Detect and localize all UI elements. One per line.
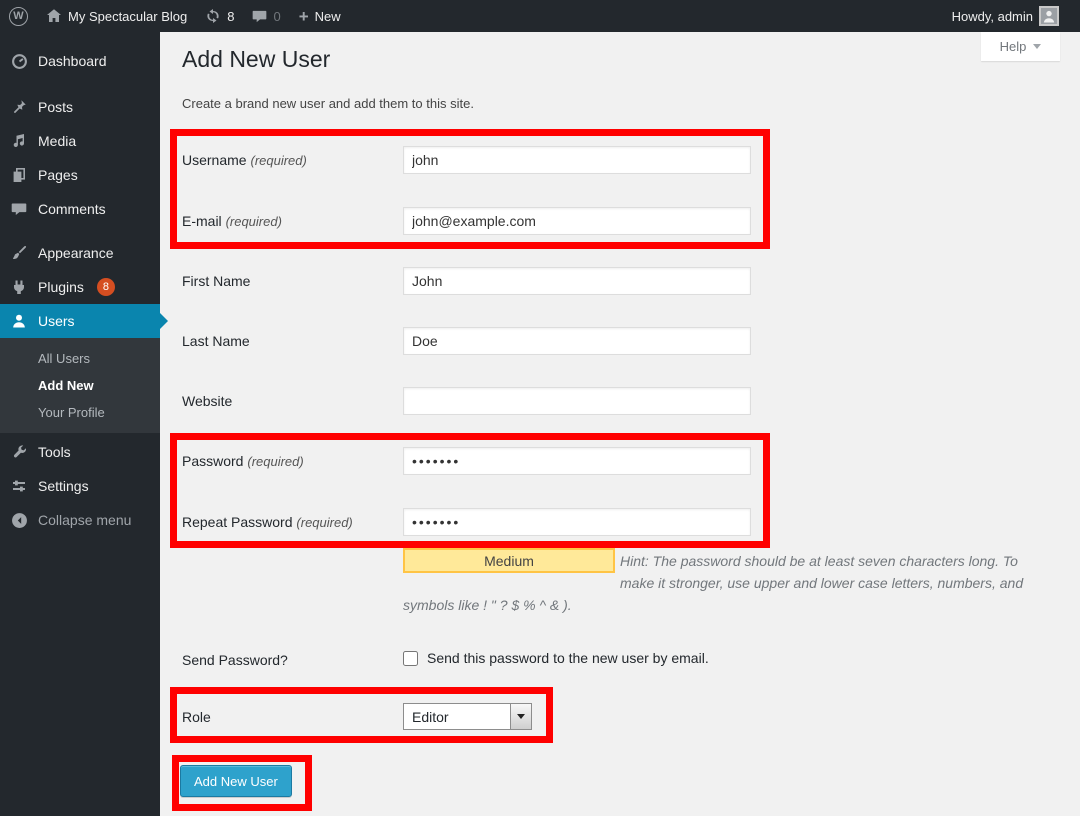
website-label: Website: [182, 393, 398, 409]
email-input[interactable]: [403, 207, 751, 235]
username-input[interactable]: [403, 146, 751, 174]
site-name-link[interactable]: My Spectacular Blog: [37, 0, 196, 32]
help-button[interactable]: Help: [981, 32, 1060, 61]
users-submenu: All Users Add New Your Profile: [0, 338, 160, 433]
sidebar-item-label: Users: [38, 313, 75, 329]
sidebar-item-users[interactable]: Users: [0, 304, 160, 338]
updates-icon: [205, 8, 221, 24]
sidebar-item-all-users[interactable]: All Users: [0, 345, 160, 372]
sidebar-item-tools[interactable]: Tools: [0, 435, 160, 469]
repeat-password-input[interactable]: [403, 508, 751, 536]
caret-down-icon: [517, 714, 525, 719]
last-name-input[interactable]: [403, 327, 751, 355]
comments-icon: [9, 199, 29, 219]
collapse-arrow-icon: [9, 510, 29, 530]
sidebar-item-add-new[interactable]: Add New: [0, 372, 160, 399]
chevron-down-icon: [1033, 44, 1041, 49]
plugin-icon: [9, 277, 29, 297]
sidebar-item-pages[interactable]: Pages: [0, 158, 160, 192]
page-subtitle: Create a brand new user and add them to …: [182, 96, 474, 111]
sidebar-item-label: Comments: [38, 201, 106, 217]
submenu-item-label: Your Profile: [38, 405, 105, 420]
sidebar-item-media[interactable]: Media: [0, 124, 160, 158]
required-note: (required): [296, 515, 352, 530]
home-icon: [46, 8, 62, 24]
first-name-input[interactable]: [403, 267, 751, 295]
plugins-update-badge: 8: [97, 278, 115, 296]
help-label: Help: [1000, 39, 1027, 54]
password-label: Password (required): [182, 453, 398, 469]
active-menu-arrow: [160, 313, 168, 329]
wordpress-logo-icon: W: [9, 7, 28, 26]
add-new-user-page: Add New User Help Create a brand new use…: [160, 32, 1080, 816]
add-new-user-button[interactable]: Add New User: [180, 765, 292, 797]
send-password-text: Send this password to the new user by em…: [427, 650, 709, 666]
website-input[interactable]: [403, 387, 751, 415]
admin-menu: Dashboard Posts Media Pages Comments App…: [0, 32, 160, 816]
sidebar-item-label: Collapse menu: [38, 512, 131, 528]
sidebar-item-dashboard[interactable]: Dashboard: [0, 44, 160, 78]
email-label: E-mail (required): [182, 213, 398, 229]
sidebar-item-label: Posts: [38, 99, 73, 115]
dashboard-icon: [9, 51, 29, 71]
last-name-label: Last Name: [182, 333, 398, 349]
updates-link[interactable]: 8: [196, 0, 243, 32]
sidebar-item-your-profile[interactable]: Your Profile: [0, 399, 160, 426]
avatar: [1039, 6, 1059, 26]
plus-icon: +: [299, 8, 309, 25]
password-input[interactable]: [403, 447, 751, 475]
comments-link[interactable]: 0: [243, 0, 289, 32]
dropdown-arrow-button[interactable]: [510, 704, 531, 729]
comment-count: 0: [273, 9, 280, 24]
admin-bar: W My Spectacular Blog 8 0 + New Howdy, a…: [0, 0, 1080, 32]
sidebar-item-label: Settings: [38, 478, 89, 494]
password-hint: Hint: The password should be at least se…: [403, 550, 1063, 616]
role-select[interactable]: Editor: [403, 703, 532, 730]
sidebar-item-label: Pages: [38, 167, 78, 183]
sidebar-item-settings[interactable]: Settings: [0, 469, 160, 503]
sidebar-item-label: Dashboard: [38, 53, 107, 69]
sidebar-item-plugins[interactable]: Plugins 8: [0, 270, 160, 304]
sidebar-item-comments[interactable]: Comments: [0, 192, 160, 226]
sidebar-item-posts[interactable]: Posts: [0, 90, 160, 124]
new-menu[interactable]: + New: [290, 0, 350, 32]
update-count: 8: [227, 9, 234, 24]
username-label: Username (required): [182, 152, 398, 168]
sidebar-item-collapse-menu[interactable]: Collapse menu: [0, 503, 160, 537]
wordpress-logo-menu[interactable]: W: [0, 0, 37, 32]
first-name-label: First Name: [182, 273, 398, 289]
page-title: Add New User: [182, 46, 330, 73]
howdy-label: Howdy, admin: [952, 9, 1033, 24]
required-note: (required): [247, 454, 303, 469]
new-label: New: [315, 9, 341, 24]
submenu-item-label: All Users: [38, 351, 90, 366]
repeat-password-label: Repeat Password (required): [182, 514, 398, 530]
role-selected-value: Editor: [404, 704, 510, 729]
sidebar-item-label: Media: [38, 133, 76, 149]
site-name-label: My Spectacular Blog: [68, 9, 187, 24]
required-note: (required): [250, 153, 306, 168]
sidebar-item-label: Appearance: [38, 245, 114, 261]
sidebar-item-label: Plugins: [38, 279, 84, 295]
howdy-account-menu[interactable]: Howdy, admin: [943, 0, 1068, 32]
pushpin-icon: [9, 97, 29, 117]
role-label: Role: [182, 709, 211, 725]
send-password-checkbox[interactable]: [403, 651, 418, 666]
media-icon: [9, 131, 29, 151]
pages-icon: [9, 165, 29, 185]
comment-bubble-icon: [252, 9, 267, 24]
required-note: (required): [226, 214, 282, 229]
users-icon: [9, 311, 29, 331]
send-password-label: Send Password?: [182, 652, 288, 668]
submenu-item-label: Add New: [38, 378, 94, 393]
paintbrush-icon: [9, 243, 29, 263]
sliders-icon: [9, 476, 29, 496]
wrench-icon: [9, 442, 29, 462]
sidebar-item-appearance[interactable]: Appearance: [0, 236, 160, 270]
sidebar-item-label: Tools: [38, 444, 71, 460]
